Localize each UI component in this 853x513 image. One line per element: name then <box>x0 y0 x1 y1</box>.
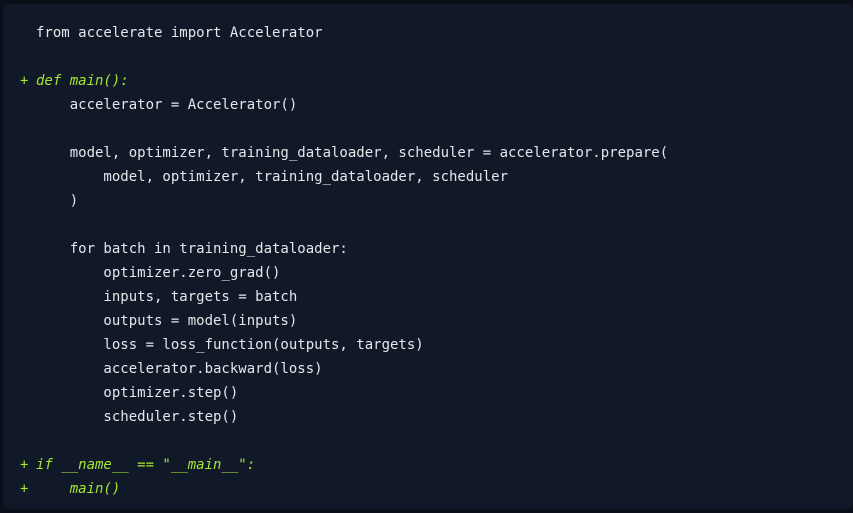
code-line: accelerator.backward(loss) <box>3 357 853 381</box>
code-line: for batch in training_dataloader: <box>3 237 853 261</box>
code-text: scheduler.step() <box>36 409 239 425</box>
code-text: model, optimizer, training_dataloader, s… <box>36 169 509 185</box>
code-text: inputs, targets = batch <box>36 289 298 305</box>
code-line: outputs = model(inputs) <box>3 309 853 333</box>
code-line-added: + def main(): <box>3 69 853 93</box>
code-text: if __name__ == "__main__": <box>36 457 256 473</box>
code-text: def main(): <box>36 73 129 89</box>
code-line: loss = loss_function(outputs, targets) <box>3 333 853 357</box>
code-text: optimizer.zero_grad() <box>36 265 281 281</box>
code-line: accelerator = Accelerator() <box>3 93 853 117</box>
code-line: scheduler.step() <box>3 405 853 429</box>
code-line-added: + main() <box>3 477 853 501</box>
diff-marker: + <box>20 73 29 89</box>
code-text: for batch in training_dataloader: <box>36 241 348 257</box>
code-text: accelerator.backward(loss) <box>36 361 323 377</box>
diff-marker: + <box>20 457 29 473</box>
code-text: optimizer.step() <box>36 385 239 401</box>
code-line: model, optimizer, training_dataloader, s… <box>3 141 853 165</box>
code-line: optimizer.zero_grad() <box>3 261 853 285</box>
code-line: from accelerate import Accelerator <box>3 21 853 45</box>
code-text: accelerator = Accelerator() <box>36 97 298 113</box>
code-text: outputs = model(inputs) <box>36 313 298 329</box>
code-text: ) <box>36 193 79 209</box>
code-line: model, optimizer, training_dataloader, s… <box>3 165 853 189</box>
code-line: inputs, targets = batch <box>3 285 853 309</box>
code-block: from accelerate import Accelerator + def … <box>3 4 853 509</box>
code-line: optimizer.step() <box>3 381 853 405</box>
code-text: model, optimizer, training_dataloader, s… <box>36 145 669 161</box>
diff-marker: + <box>20 481 29 497</box>
code-text: main() <box>36 481 121 497</box>
code-text: from accelerate import Accelerator <box>36 25 323 41</box>
code-line: ) <box>3 189 853 213</box>
code-line-added: + if __name__ == "__main__": <box>3 453 853 477</box>
code-text: loss = loss_function(outputs, targets) <box>36 337 424 353</box>
